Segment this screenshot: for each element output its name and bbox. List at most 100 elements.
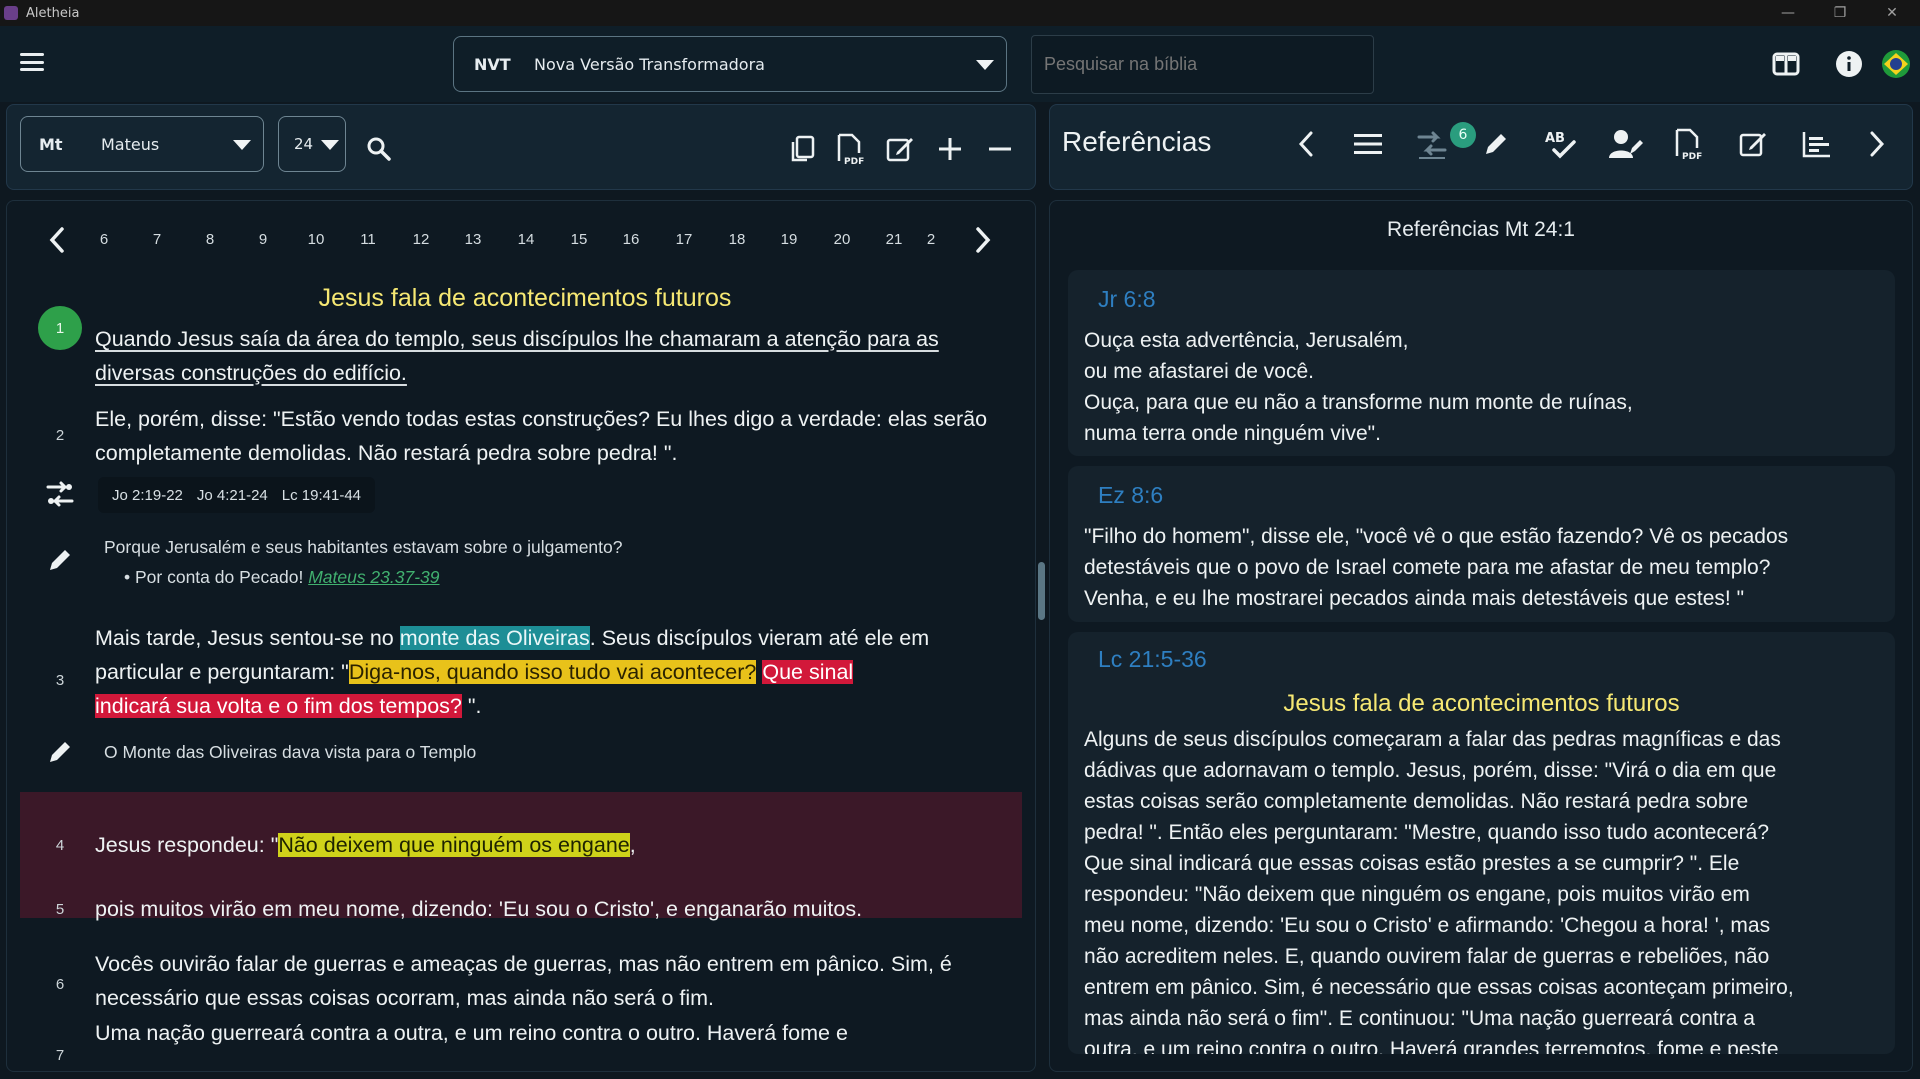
chevron-down-icon (976, 60, 994, 70)
verse-nav-item[interactable]: 13 (453, 218, 493, 262)
reference-line: Ouça esta advertência, Jerusalém, (1084, 329, 1409, 352)
verse-nav-item[interactable]: 10 (296, 218, 336, 262)
verse-nav-item[interactable]: 16 (611, 218, 651, 262)
verse-text[interactable]: Quando Jesus saía da área do templo, seu… (95, 322, 995, 390)
note-link[interactable]: Mateus 23.37-39 (308, 567, 439, 587)
menu-icon[interactable] (20, 53, 44, 71)
pdf-icon[interactable]: PDF (833, 132, 867, 166)
scrollbar-thumb[interactable] (1038, 562, 1045, 620)
chevron-right-icon[interactable] (1857, 124, 1897, 164)
cross-ref-link[interactable]: Jo 2:19-22 (112, 487, 183, 504)
pdf-icon[interactable]: PDF (1668, 124, 1708, 164)
verse-nav-item[interactable]: 17 (664, 218, 704, 262)
brazil-flag-icon[interactable] (1880, 48, 1912, 80)
reference-line: Venha, e eu lhe mostrarei pecados ainda … (1084, 587, 1745, 610)
verse-nav-item[interactable]: 9 (243, 218, 283, 262)
verse-list: Jesus fala de acontecimentos futuros 1 Q… (20, 270, 1022, 1070)
cross-ref-link[interactable]: Jo 4:21-24 (197, 487, 268, 504)
info-icon[interactable] (1833, 48, 1865, 80)
search-icon[interactable] (362, 132, 396, 166)
pencil-icon[interactable] (43, 735, 77, 769)
verse-text[interactable]: pois muitos virão em meu nome, dizendo: … (95, 892, 995, 926)
verse-nav-item[interactable]: 19 (769, 218, 809, 262)
reference-line: pedra! ". Então eles perguntaram: "Mestr… (1084, 821, 1769, 844)
verse-number[interactable]: 2 (38, 413, 82, 457)
version-select[interactable]: NVT Nova Versão Transformadora (453, 36, 1007, 92)
highlight-teal[interactable]: monte das Oliveiras (399, 626, 590, 650)
edit-note-icon[interactable] (1733, 124, 1773, 164)
verse-nav-item[interactable]: 14 (506, 218, 546, 262)
highlight-red[interactable]: indicará sua volta e o fim dos tempos? (95, 694, 462, 718)
reference-text: Ouça esta advertência, Jerusalém, ou me … (1084, 325, 1884, 449)
verse-nav-item[interactable]: 21 (874, 218, 914, 262)
verse-text[interactable]: Vocês ouvirão falar de guerras e ameaças… (95, 947, 995, 1015)
verse-nav-item[interactable]: 2 (921, 218, 941, 262)
version-abbr: NVT (474, 54, 511, 74)
chapter-select[interactable]: 24 (278, 116, 346, 172)
edit-note-icon[interactable] (883, 132, 917, 166)
verse-text-part: , (629, 833, 636, 857)
reference-link[interactable]: Lc 21:5-36 (1098, 646, 1207, 673)
cross-reference-icon[interactable] (43, 477, 77, 511)
minimize-button[interactable]: — (1762, 0, 1814, 26)
search-input[interactable] (1031, 35, 1374, 94)
cross-ref-list: Jo 2:19-22 Jo 4:21-24 Lc 19:41-44 (98, 477, 376, 513)
pencil-icon[interactable] (43, 543, 77, 577)
verse-text[interactable]: Jesus respondeu: "Não deixem que ninguém… (95, 828, 995, 862)
verse-text[interactable]: Ele, porém, disse: "Estão vendo todas es… (95, 402, 995, 470)
svg-text:PDF: PDF (844, 157, 864, 165)
chevron-down-icon (321, 140, 339, 150)
verse-number[interactable]: 5 (38, 887, 82, 931)
spellcheck-icon[interactable]: AB (1541, 124, 1581, 164)
references-title: Referências (1062, 126, 1212, 157)
pencil-icon[interactable] (1476, 124, 1516, 164)
book-abbr: Mt (39, 134, 63, 154)
reference-line: mas ainda não será o fim". E continuou: … (1084, 1007, 1755, 1030)
verse-text[interactable]: Mais tarde, Jesus sentou-se no monte das… (95, 621, 995, 723)
verse-number[interactable]: 6 (38, 962, 82, 1006)
verse-nav-item[interactable]: 11 (348, 218, 388, 262)
note-bullet: • Por conta do Pecado! Mateus 23.37-39 (124, 567, 440, 587)
reference-line: "Filho do homem", disse ele, "você vê o … (1084, 525, 1789, 548)
reference-line: respondeu: "Não deixem que ninguém os en… (1084, 883, 1750, 906)
section-title: Jesus fala de acontecimentos futuros (318, 284, 732, 312)
note: Porque Jerusalém e seus habitantes estav… (104, 532, 623, 592)
cross-reference-icon[interactable] (1412, 124, 1452, 164)
chart-icon[interactable] (1797, 124, 1837, 164)
copy-icon[interactable] (785, 132, 819, 166)
reference-line: outra, e um reino contra o outro. Haverá… (1084, 1038, 1779, 1054)
verse-number[interactable]: 3 (38, 658, 82, 702)
highlight-lime[interactable]: Não deixem que ninguém os engane (278, 833, 630, 857)
reference-link[interactable]: Jr 6:8 (1098, 286, 1156, 313)
book-select[interactable]: Mt Mateus (20, 116, 264, 172)
top-bar: NVT Nova Versão Transformadora (0, 26, 1920, 102)
minus-icon[interactable] (983, 132, 1017, 166)
highlight-red[interactable]: Que sinal (762, 660, 854, 684)
chevron-left-icon[interactable] (1286, 124, 1326, 164)
verse-nav-item[interactable]: 6 (84, 218, 124, 262)
verse-text[interactable]: Uma nação guerreará contra a outra, e um… (95, 1016, 995, 1050)
verse-number[interactable]: 4 (38, 823, 82, 867)
title-bar: Aletheia — ❐ ✕ (0, 0, 1920, 26)
cross-ref-link[interactable]: Lc 19:41-44 (282, 487, 361, 504)
verse-nav-item[interactable]: 7 (137, 218, 177, 262)
chevron-right-icon[interactable] (966, 223, 1000, 257)
restore-button[interactable]: ❐ (1814, 0, 1866, 26)
verse-number[interactable]: 7 (38, 1033, 82, 1070)
reference-line: meu nome, dizendo: 'Eu sou o Cristo' e a… (1084, 914, 1771, 937)
list-icon[interactable] (1348, 124, 1388, 164)
reference-link[interactable]: Ez 8:6 (1098, 482, 1163, 509)
verse-nav-item[interactable]: 12 (401, 218, 441, 262)
reference-line: ou me afastarei de você. (1084, 360, 1314, 383)
columns-icon[interactable] (1770, 48, 1802, 80)
verse-nav-item[interactable]: 18 (717, 218, 757, 262)
verse-number[interactable]: 1 (38, 306, 82, 350)
verse-nav-item[interactable]: 15 (559, 218, 599, 262)
close-button[interactable]: ✕ (1866, 0, 1918, 26)
verse-nav-item[interactable]: 8 (190, 218, 230, 262)
verse-nav-item[interactable]: 20 (822, 218, 862, 262)
verse-text-part: Jesus respondeu: " (95, 833, 279, 857)
user-edit-icon[interactable] (1606, 124, 1646, 164)
highlight-yellow[interactable]: Diga-nos, quando isso tudo vai acontecer… (348, 660, 757, 684)
plus-icon[interactable] (933, 132, 967, 166)
